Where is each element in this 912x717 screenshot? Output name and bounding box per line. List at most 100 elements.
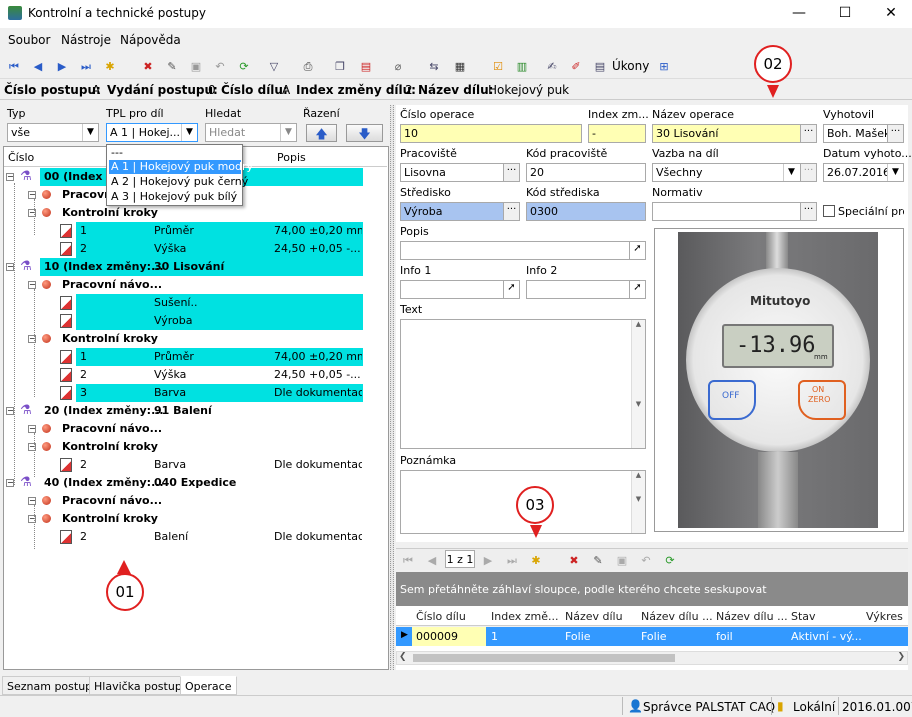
info1-field[interactable]: ➚	[400, 280, 520, 299]
delete-icon[interactable]: ✖	[140, 58, 156, 74]
collapse-icon[interactable]: −	[28, 191, 36, 199]
undo-icon[interactable]: ↶	[638, 552, 654, 568]
vyhotovil-field[interactable]: Boh. Mašek ···	[823, 124, 904, 143]
edit-icon[interactable]: ✎	[590, 552, 606, 568]
browse-icon[interactable]: ···	[503, 203, 519, 220]
stredisko-field[interactable]: Výroba ···	[400, 202, 520, 221]
collapse-icon[interactable]: −	[6, 407, 14, 415]
kod-strediska-field[interactable]: 0300	[526, 202, 646, 221]
tab-operace[interactable]: Operace	[180, 676, 237, 695]
grid-cell[interactable]: 000009	[416, 630, 458, 643]
report-icon[interactable]: ▦	[452, 58, 468, 74]
info2-field[interactable]: ➚	[526, 280, 646, 299]
typ-select[interactable]: vše ▼	[7, 123, 99, 142]
save-icon[interactable]: ▣	[614, 552, 630, 568]
last-record-icon[interactable]: ⏭	[78, 58, 94, 74]
pracoviste-field[interactable]: Lisovna ···	[400, 163, 520, 182]
tree-step-node[interactable]: 1 Průměr 74,00 ±0,20 mm	[4, 222, 386, 240]
tree-group-node[interactable]: − Kontrolní kroky	[4, 438, 386, 456]
horizontal-scrollbar[interactable]: ❮ ❯	[396, 651, 908, 665]
nazev-operace-field[interactable]: 30 Lisování ···	[652, 124, 817, 143]
refresh-icon[interactable]: ⟳	[662, 552, 678, 568]
sort-up-button[interactable]: 🡅	[306, 124, 337, 142]
tree-step-node[interactable]: 3 Barva Dle dokumentace	[4, 384, 386, 402]
browse-icon[interactable]: ···	[887, 125, 903, 142]
minimize-button[interactable]: —	[776, 2, 822, 26]
ukony-icon[interactable]: ▤	[592, 58, 608, 74]
menu-napoveda[interactable]: Nápověda	[120, 33, 181, 47]
grid-cell[interactable]: 1	[491, 630, 498, 643]
grid-delete-icon[interactable]: ▤	[358, 58, 374, 74]
text-area[interactable]: ▲ ▼	[400, 319, 646, 449]
delete-icon[interactable]: ✖	[566, 552, 582, 568]
open-link-icon[interactable]: ➚	[503, 281, 519, 298]
tree-header-cislo[interactable]: Číslo	[8, 151, 34, 164]
grid-col-index[interactable]: Index změ...	[491, 610, 559, 623]
undo-icon[interactable]: ↶	[212, 58, 228, 74]
copy-icon[interactable]: ❐	[332, 58, 348, 74]
last-record-icon[interactable]: ⏭	[504, 552, 520, 568]
splitter[interactable]	[390, 105, 394, 670]
menu-nastroje[interactable]: Nástroje	[61, 33, 111, 47]
checklist-icon[interactable]: ☑	[490, 58, 506, 74]
document-edit-icon[interactable]: ✍	[544, 58, 560, 74]
tree-operation-node[interactable]: − ⚗ 20 (Index změny:... 91 Balení	[4, 402, 386, 420]
index-zm-field[interactable]: -	[588, 124, 646, 143]
grid-cell[interactable]: Folie	[641, 630, 667, 643]
edit-icon[interactable]: ✎	[164, 58, 180, 74]
tree-step-node[interactable]: Výroba	[4, 312, 386, 330]
grid-cell[interactable]: Aktivní - vý...	[791, 630, 862, 643]
table-row[interactable]: ▶ 000009 1 Folie Folie foil Aktivní - vý…	[396, 627, 908, 646]
excel-icon[interactable]: ▥	[514, 58, 530, 74]
ukony-button[interactable]: Úkony	[612, 59, 649, 73]
tpl-option[interactable]: A 3 | Hokejový puk bílý	[109, 190, 241, 204]
grid-cell[interactable]: foil	[716, 630, 733, 643]
task-icon[interactable]: ✐	[568, 58, 584, 74]
close-button[interactable]: ✕	[868, 2, 912, 26]
tree-step-node[interactable]: 2 Barva Dle dokumentace	[4, 456, 386, 474]
normativ-field[interactable]: ···	[652, 202, 817, 221]
tpl-select[interactable]: A 1 | Hokej... ▼	[106, 123, 198, 142]
collapse-icon[interactable]: −	[28, 425, 36, 433]
open-link-icon[interactable]: ➚	[629, 281, 645, 298]
tree-step-node[interactable]: 2 Balení Dle dokumentace	[4, 528, 386, 546]
browse-icon[interactable]: ···	[800, 203, 816, 220]
first-record-icon[interactable]: ⏮	[400, 552, 416, 568]
collapse-icon[interactable]: −	[28, 497, 36, 505]
tpl-option[interactable]: A 1 | Hokejový puk modrý	[109, 160, 253, 174]
tree-group-node[interactable]: − Kontrolní kroky	[4, 204, 386, 222]
tab-hlavicka-postupu[interactable]: Hlavička postupu	[89, 676, 194, 695]
menu-soubor[interactable]: Soubor	[8, 33, 50, 47]
tree-step-node[interactable]: Sušení..	[4, 294, 386, 312]
tree-group-node[interactable]: − Kontrolní kroky	[4, 330, 386, 348]
tree-operation-node[interactable]: − ⚗ 10 (Index změny:... 30 Lisování	[4, 258, 386, 276]
maximize-button[interactable]: ☐	[822, 2, 868, 26]
next-record-icon[interactable]: ▶	[54, 58, 70, 74]
tpl-option[interactable]: A 2 | Hokejový puk černý	[109, 175, 248, 189]
export-icon[interactable]: ⇆	[426, 58, 442, 74]
browse-icon[interactable]: ···	[800, 125, 816, 142]
tree-step-node[interactable]: 2 Výška 24,50 +0,05 -...	[4, 240, 386, 258]
browse-icon[interactable]: ···	[800, 164, 816, 181]
tree-group-node[interactable]: − Pracovní návo...	[4, 492, 386, 510]
grid-col-vykres[interactable]: Výkres	[866, 610, 903, 623]
open-link-icon[interactable]: ➚	[629, 242, 645, 259]
grid-col-cislo-dilu[interactable]: Číslo dílu	[416, 610, 466, 623]
grid-col-nazev-dilu-3[interactable]: Název dílu ...	[716, 610, 788, 623]
collapse-icon[interactable]: −	[6, 263, 14, 271]
specialni-checkbox[interactable]	[823, 205, 835, 217]
tree-step-node[interactable]: 2 Výška 24,50 +0,05 -...	[4, 366, 386, 384]
tree-group-node[interactable]: − Kontrolní kroky	[4, 510, 386, 528]
previous-record-icon[interactable]: ◀	[30, 58, 46, 74]
collapse-icon[interactable]: −	[28, 281, 36, 289]
grid-col-nazev-dilu-2[interactable]: Název dílu ...	[641, 610, 713, 623]
browse-icon[interactable]: ···	[503, 164, 519, 181]
kod-pracoviste-field[interactable]: 20	[526, 163, 646, 182]
tree-operation-node[interactable]: − ⚗ 40 (Index změny:... 040 Expedice	[4, 474, 386, 492]
save-icon[interactable]: ▣	[188, 58, 204, 74]
tree-group-node[interactable]: − Pracovní návo...	[4, 420, 386, 438]
datum-field[interactable]: 26.07.2016 ▼	[823, 163, 904, 182]
attachment-icon[interactable]: ⌀	[390, 58, 406, 74]
search-input[interactable]: Hledat ▼	[205, 123, 297, 142]
tree-step-node[interactable]: 1 Průměr 74,00 ±0,20 mm	[4, 348, 386, 366]
